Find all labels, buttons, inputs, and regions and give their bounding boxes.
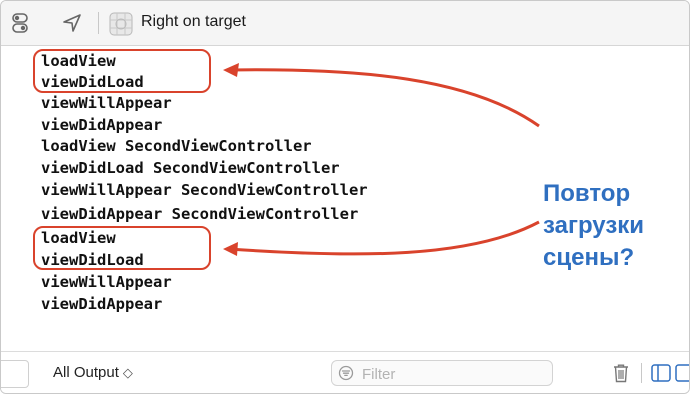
location-arrow-icon[interactable] [61, 12, 83, 39]
output-select-label: All Output [53, 364, 119, 381]
debug-console-window: Right on target loadView viewDidLoad vie… [0, 0, 690, 394]
annotation-line: Повтор [543, 180, 631, 207]
console-footer: All Output ◇ [1, 351, 689, 393]
toolbar-divider [98, 12, 99, 34]
annotation-line: загрузки [543, 212, 645, 239]
scope-button[interactable] [1, 360, 29, 388]
right-panel-icon[interactable] [675, 364, 689, 387]
filter-icon [338, 365, 354, 386]
chevron-updown-icon: ◇ [122, 365, 133, 380]
scheme-title: Right on target [141, 13, 246, 30]
filter-field[interactable] [331, 360, 553, 386]
annotation-line: сцены? [543, 244, 635, 271]
app-icon[interactable] [109, 12, 133, 41]
annotation-note: Повтор загрузки сцены? [543, 178, 683, 274]
toggle-icon[interactable] [11, 12, 29, 39]
trash-icon[interactable] [612, 363, 630, 388]
output-filter-select[interactable]: All Output ◇ [53, 364, 133, 381]
footer-divider [641, 363, 642, 383]
left-panel-icon[interactable] [651, 364, 671, 387]
toolbar: Right on target [1, 1, 689, 46]
console-output[interactable]: loadView viewDidLoad viewWillAppear view… [1, 46, 689, 350]
filter-input[interactable] [360, 363, 550, 385]
